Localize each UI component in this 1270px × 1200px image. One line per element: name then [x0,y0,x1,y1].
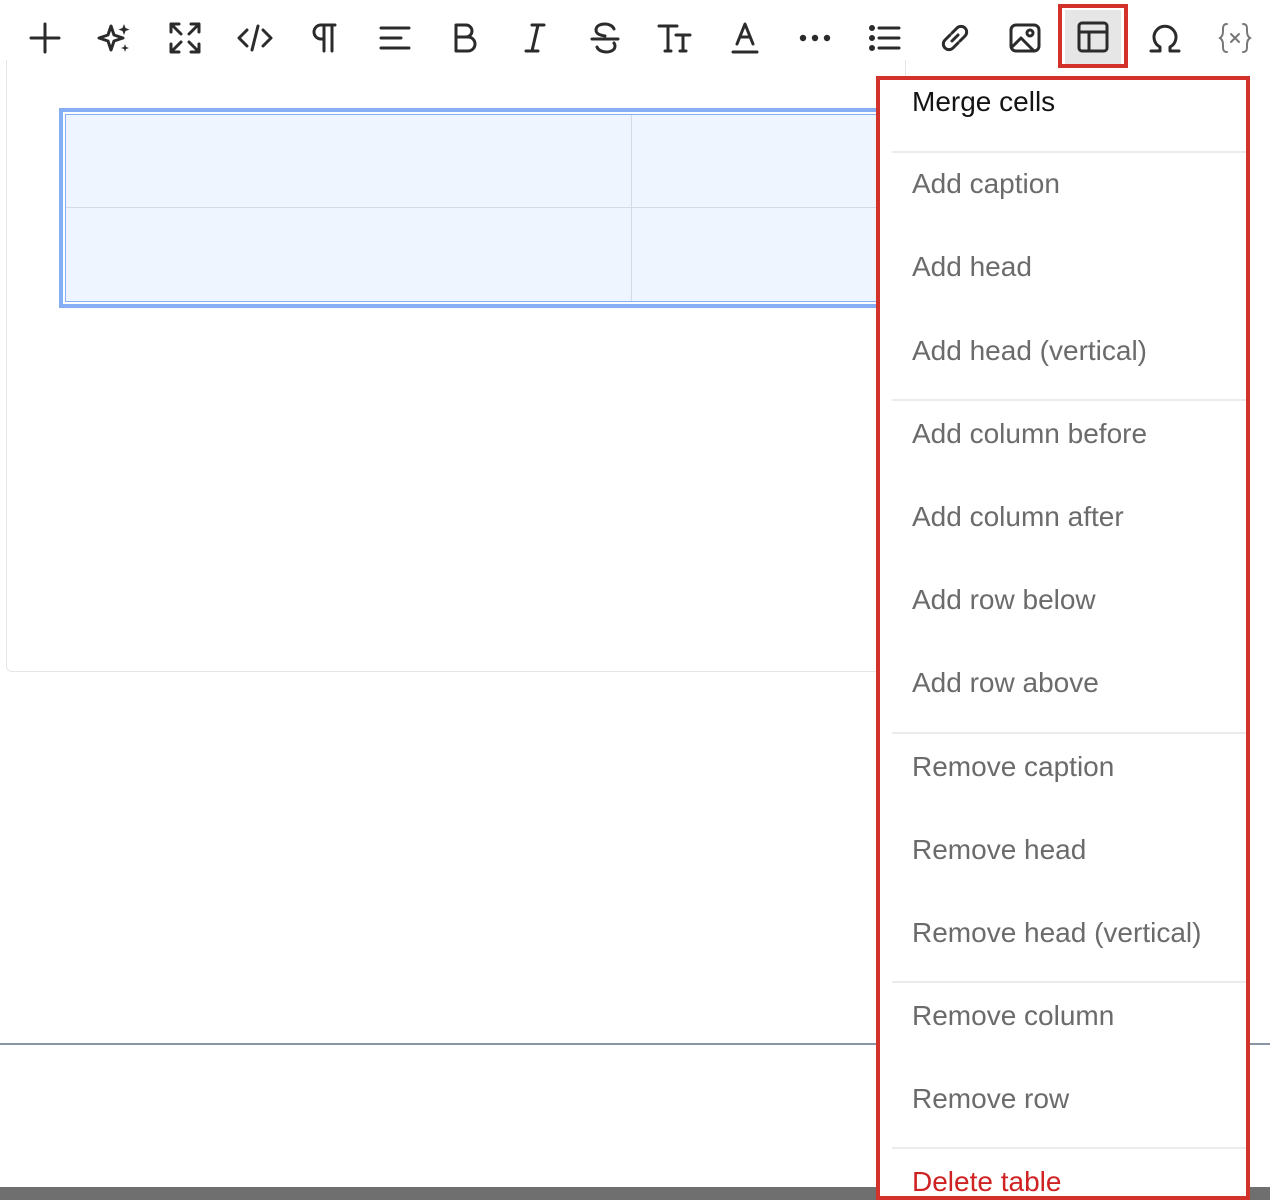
menu-item-delete-table[interactable]: Delete table [912,1166,1061,1196]
align-left-icon[interactable] [365,8,425,68]
italic-icon[interactable] [505,8,565,68]
menu-item-add-column-after[interactable]: Add column after [912,501,1124,533]
link-icon[interactable] [925,8,985,68]
menu-item-remove-row[interactable]: Remove row [912,1083,1069,1115]
table-cell[interactable] [66,115,632,208]
image-icon[interactable] [995,8,1055,68]
menu-divider [892,151,1246,153]
menu-item-add-row-below[interactable]: Add row below [912,584,1096,616]
menu-item-add-row-above[interactable]: Add row above [912,667,1099,699]
menu-divider [892,981,1246,983]
table-grid [65,114,883,302]
table-cell[interactable] [632,208,882,301]
menu-item-remove-head[interactable]: Remove head [912,834,1086,866]
menu-item-remove-caption[interactable]: Remove caption [912,751,1114,783]
menu-item-add-head-vertical[interactable]: Add head (vertical) [912,335,1147,367]
strikethrough-icon[interactable] [575,8,635,68]
text-color-icon[interactable] [715,8,775,68]
list-icon[interactable] [855,8,915,68]
menu-item-add-caption[interactable]: Add caption [912,168,1060,200]
menu-item-remove-head-vertical[interactable]: Remove head (vertical) [912,917,1201,949]
menu-divider [892,732,1246,734]
fullscreen-icon[interactable] [155,8,215,68]
menu-item-merge-cells[interactable]: Merge cells [912,86,1055,118]
menu-divider [892,1147,1246,1149]
add-icon[interactable] [15,8,75,68]
table-cell[interactable] [632,115,882,208]
table-cell[interactable] [66,208,632,301]
menu-item-remove-column[interactable]: Remove column [912,1000,1114,1032]
more-icon[interactable] [785,8,845,68]
menu-divider [892,399,1246,401]
text-size-icon[interactable] [645,8,705,68]
menu-item-add-head[interactable]: Add head [912,251,1032,283]
table-actions-menu: Merge cells Add caption Add head Add hea… [876,76,1250,1200]
bold-icon[interactable] [435,8,495,68]
code-icon[interactable] [225,8,285,68]
selected-table[interactable] [59,108,889,308]
ai-sparkle-icon[interactable] [85,8,145,68]
variable-icon[interactable] [1205,8,1265,68]
table-button-highlight [1058,4,1128,68]
paragraph-icon[interactable] [295,8,355,68]
menu-item-add-column-before[interactable]: Add column before [912,418,1147,450]
omega-icon[interactable] [1135,8,1195,68]
